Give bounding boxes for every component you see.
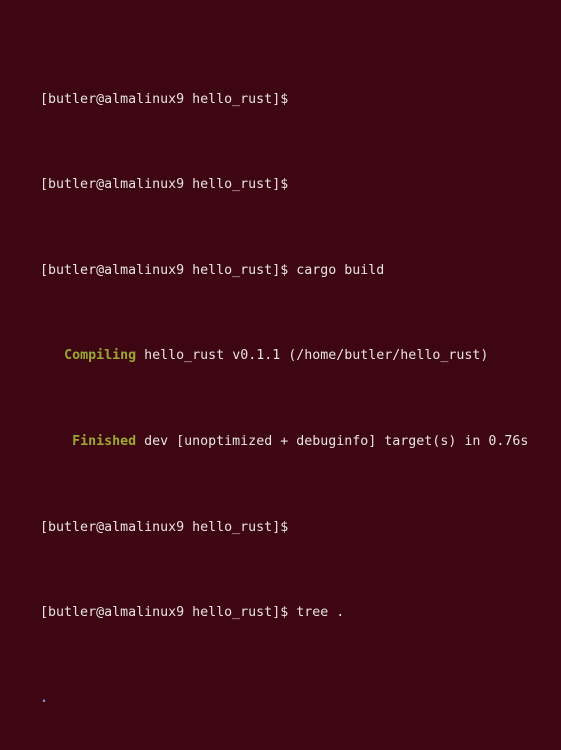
shell-prompt: [butler@almalinux9 hello_rust]$ (40, 519, 289, 535)
shell-prompt: [butler@almalinux9 hello_rust]$ (40, 605, 289, 621)
terminal-line-finished: Finished dev [unoptimized + debuginfo] t… (8, 410, 561, 449)
terminal-line-cargo-build: [butler@almalinux9 hello_rust]$ cargo bu… (8, 238, 561, 278)
command-tree: tree . (296, 605, 345, 621)
terminal-line-tree-command: [butler@almalinux9 hello_rust]$ tree . (8, 581, 561, 620)
shell-prompt: [butler@almalinux9 hello_rust]$ (40, 262, 289, 278)
compiling-label: Compiling (64, 348, 137, 364)
finished-label: Finished (72, 434, 137, 450)
command-cargo-build: cargo build (296, 262, 385, 278)
compiling-detail: hello_rust v0.1.1 (/home/butler/hello_ru… (136, 348, 489, 364)
shell-prompt: [butler@almalinux9 hello_rust]$ (40, 91, 289, 107)
tree-root: . (8, 666, 561, 706)
tree-root-label: . (40, 690, 49, 706)
terminal-line-compiling: Compiling hello_rust v0.1.1 (/home/butle… (8, 324, 561, 363)
terminal-line-prompt-1: [butler@almalinux9 hello_rust]$ (8, 67, 561, 107)
terminal-line-prompt-3: [butler@almalinux9 hello_rust]$ (8, 495, 561, 535)
terminal-window[interactable]: [butler@almalinux9 hello_rust]$ [butler@… (0, 0, 561, 750)
shell-prompt: [butler@almalinux9 hello_rust]$ (40, 177, 289, 193)
finished-detail: dev [unoptimized + debuginfo] target(s) … (136, 434, 529, 450)
terminal-line-prompt-2: [butler@almalinux9 hello_rust]$ (8, 153, 561, 192)
